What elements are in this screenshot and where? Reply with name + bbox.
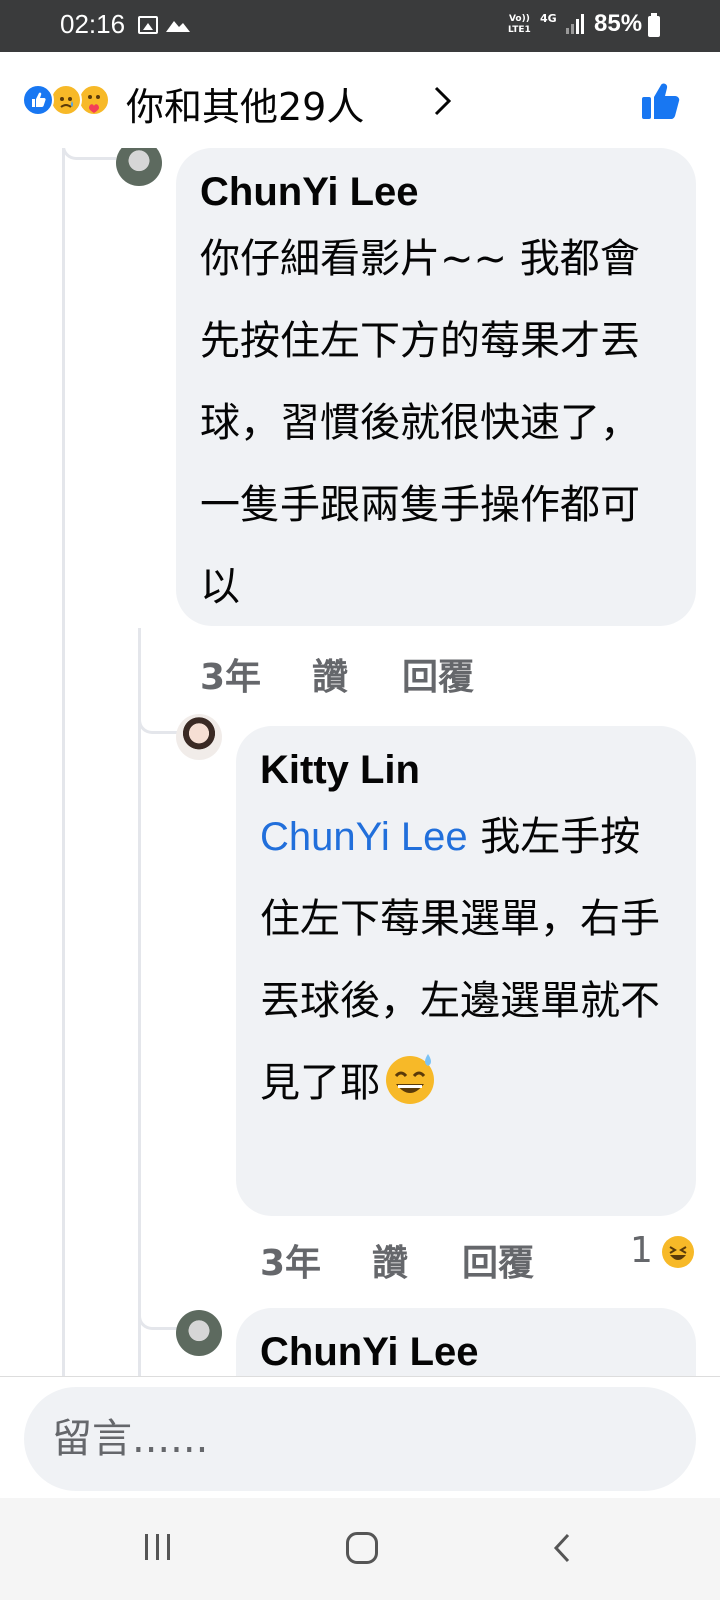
home-icon[interactable] <box>346 1532 378 1564</box>
recent-apps-icon[interactable] <box>145 1534 175 1562</box>
thread-connector <box>138 712 178 734</box>
comment-thread[interactable]: ChunYi Lee 你仔細看影片~~ 我都會先按住左下方的莓果才丟球，習慣後就… <box>0 148 720 1376</box>
avatar[interactable] <box>176 714 222 760</box>
system-nav-bar <box>0 1498 720 1600</box>
commenter-name[interactable]: Kitty Lin <box>260 744 672 796</box>
mention-link[interactable]: ChunYi Lee <box>260 815 468 859</box>
chevron-right-icon[interactable] <box>432 84 454 118</box>
signal-icon <box>566 14 584 34</box>
volte-indicator: Vo)) LTE1 <box>508 14 531 35</box>
like-reaction-icon <box>22 84 54 116</box>
reply-button[interactable]: 回覆 <box>402 648 474 700</box>
thread-line <box>138 628 141 1376</box>
sad-reaction-icon <box>50 84 82 116</box>
network-type: 4G <box>540 12 557 25</box>
comment-time: 3年 <box>200 657 262 698</box>
haha-reaction-icon[interactable] <box>662 1236 694 1268</box>
like-thumb-icon[interactable] <box>640 80 682 122</box>
comment-bubble[interactable]: Kitty Lin ChunYi Lee 我左手按住左下莓果選單，右手丟球後，左… <box>236 726 696 1216</box>
comment-text: ChunYi Lee 我左手按住左下莓果選單，右手丟球後，左邊選單就不見了耶 <box>260 796 672 1124</box>
like-button[interactable]: 讚 <box>312 648 348 700</box>
avatar[interactable] <box>116 148 162 186</box>
commenter-name[interactable]: ChunYi Lee <box>200 166 672 218</box>
thread-connector <box>138 1308 178 1330</box>
comment-composer <box>0 1376 720 1498</box>
gallery-notification-icon <box>138 16 158 34</box>
comment-bubble[interactable]: ChunYi Lee <box>236 1308 696 1376</box>
commenter-name[interactable]: ChunYi Lee <box>260 1326 672 1376</box>
back-icon[interactable] <box>550 1532 574 1564</box>
reply-button[interactable]: 回覆 <box>462 1234 534 1286</box>
sweat-smile-emoji-icon <box>386 1054 434 1104</box>
battery-percent: 85% <box>594 10 643 37</box>
comment-text: 你仔細看影片~~ 我都會先按住左下方的莓果才丟球，習慣後就很快速了，一隻手跟兩隻… <box>200 236 640 610</box>
comment-time: 3年 <box>260 1243 322 1284</box>
reaction-count[interactable]: 1 <box>630 1230 653 1271</box>
battery-icon <box>648 13 660 37</box>
thread-line <box>62 148 65 1376</box>
reactions-header[interactable]: 你和其他29人 <box>0 52 720 148</box>
status-bar: 02:16 Vo)) LTE1 4G 85% <box>0 0 720 52</box>
reactions-label[interactable]: 你和其他29人 <box>126 76 364 131</box>
thread-connector <box>62 148 116 160</box>
comment-actions: 3年 讚 回覆 <box>200 648 600 698</box>
mountain-notification-icon <box>166 21 190 32</box>
comment-input[interactable] <box>24 1387 696 1491</box>
like-button[interactable]: 讚 <box>372 1234 408 1286</box>
status-time: 02:16 <box>60 9 126 39</box>
comment-bubble[interactable]: ChunYi Lee 你仔細看影片~~ 我都會先按住左下方的莓果才丟球，習慣後就… <box>176 148 696 626</box>
care-reaction-icon <box>78 84 110 116</box>
avatar[interactable] <box>176 1310 222 1356</box>
